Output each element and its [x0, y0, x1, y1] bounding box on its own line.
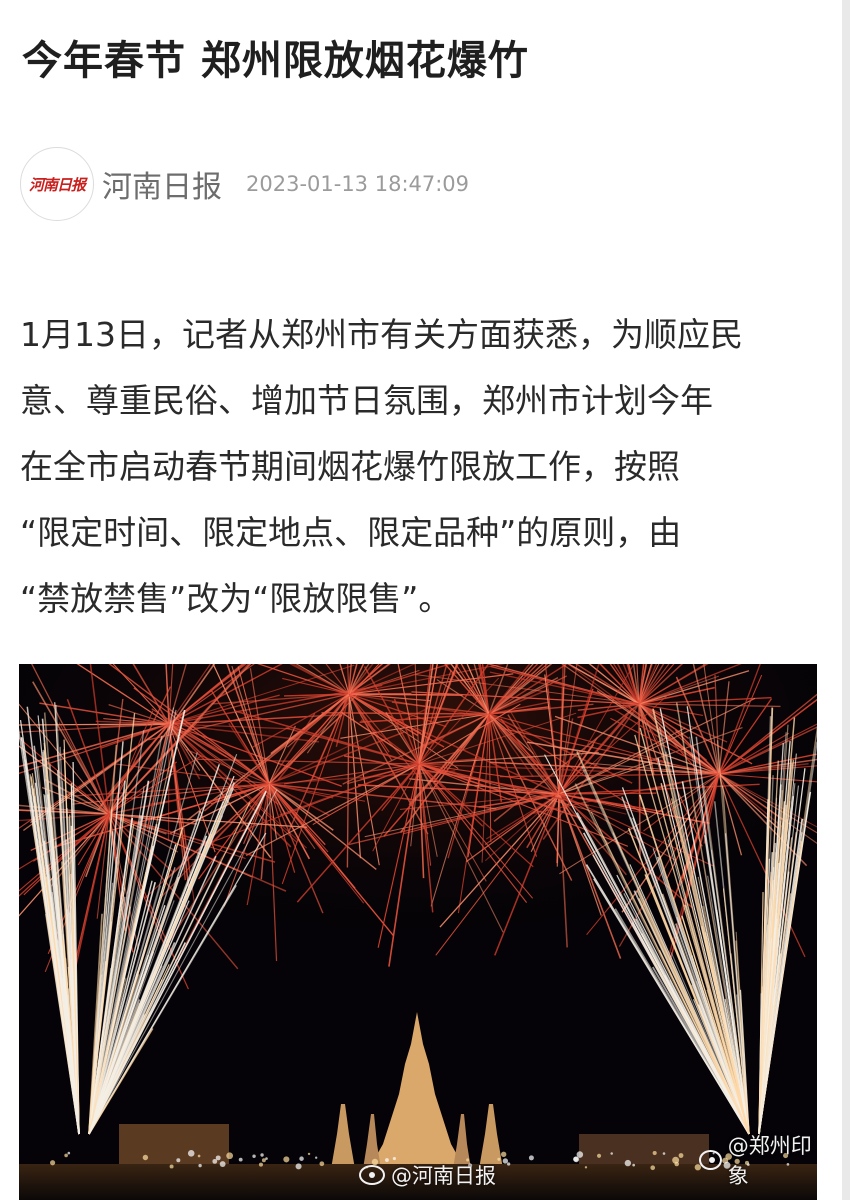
- body-line: 在全市启动春节期间烟花爆竹限放工作，按照: [20, 447, 680, 486]
- article-title: 今年春节 郑州限放烟花爆竹: [22, 38, 529, 84]
- watermark-right: @郑州印象: [699, 1130, 817, 1190]
- fireworks-illustration: [19, 664, 817, 1200]
- source-logo-text: 河南日报: [28, 175, 86, 194]
- page-edge: [842, 0, 850, 1200]
- source-avatar[interactable]: 河南日报: [20, 147, 94, 221]
- weibo-icon: [359, 1165, 385, 1185]
- article-meta: 河南日报 河南日报 2023-01-13 18:47:09: [20, 146, 469, 222]
- watermark-left: @河南日报: [359, 1160, 496, 1190]
- source-name[interactable]: 河南日报: [102, 162, 222, 206]
- watermark-left-text: @河南日报: [391, 1164, 496, 1188]
- body-line: 1月13日，记者从郑州市有关方面获悉，为顺应民: [20, 315, 743, 354]
- publish-time: 2023-01-13 18:47:09: [246, 172, 470, 196]
- watermark-right-text: @郑州印象: [727, 1134, 812, 1188]
- article-body: 1月13日，记者从郑州市有关方面获悉，为顺应民 意、尊重民俗、增加节日氛围，郑州…: [20, 302, 820, 632]
- body-line: “限定时间、限定地点、限定品种”的原则，由: [20, 513, 682, 552]
- body-line: 意、尊重民俗、增加节日氛围，郑州市计划今年: [20, 381, 713, 420]
- fireworks-photo[interactable]: @河南日报 @郑州印象: [19, 664, 817, 1200]
- weibo-icon: [699, 1150, 722, 1170]
- body-line: “禁放禁售”改为“限放限售”。: [20, 579, 452, 618]
